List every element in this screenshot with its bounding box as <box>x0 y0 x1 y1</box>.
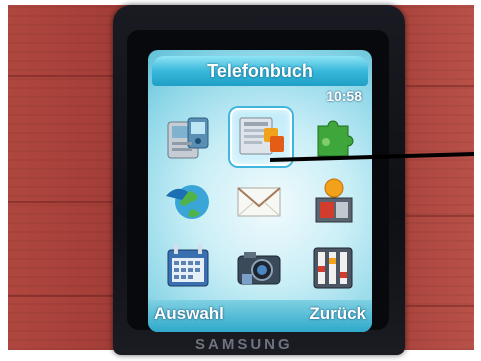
brand-logo: SAMSUNG <box>195 336 293 353</box>
envelope-message-icon[interactable] <box>230 174 288 228</box>
screen-title: Telefonbuch <box>152 56 368 86</box>
wood-grain <box>406 215 474 217</box>
media-box-icon[interactable] <box>304 174 362 228</box>
wood-grain <box>406 305 474 307</box>
clock: 10:58 <box>326 88 362 104</box>
softkey-back[interactable]: Zurück <box>309 304 366 324</box>
wood-grain <box>8 75 113 77</box>
calendar-organizer-icon[interactable] <box>160 240 218 294</box>
globe-network-icon[interactable] <box>160 174 218 228</box>
softkey-select[interactable]: Auswahl <box>154 304 224 324</box>
pointer-line <box>270 152 474 162</box>
wood-grain <box>8 295 113 297</box>
wood-grain <box>8 201 113 203</box>
softkey-bar: Auswahl Zurück <box>148 300 372 332</box>
phonebook-device-icon[interactable] <box>160 112 218 166</box>
photo: Telefonbuch 10:58 Auswahl Zurück SAMSUNG <box>0 0 481 361</box>
main-menu-grid <box>158 108 364 298</box>
settings-panel-icon[interactable] <box>304 240 362 294</box>
phone-screen: Telefonbuch 10:58 Auswahl Zurück <box>148 50 372 332</box>
camera-icon[interactable] <box>230 240 288 294</box>
wood-grain <box>406 85 474 87</box>
